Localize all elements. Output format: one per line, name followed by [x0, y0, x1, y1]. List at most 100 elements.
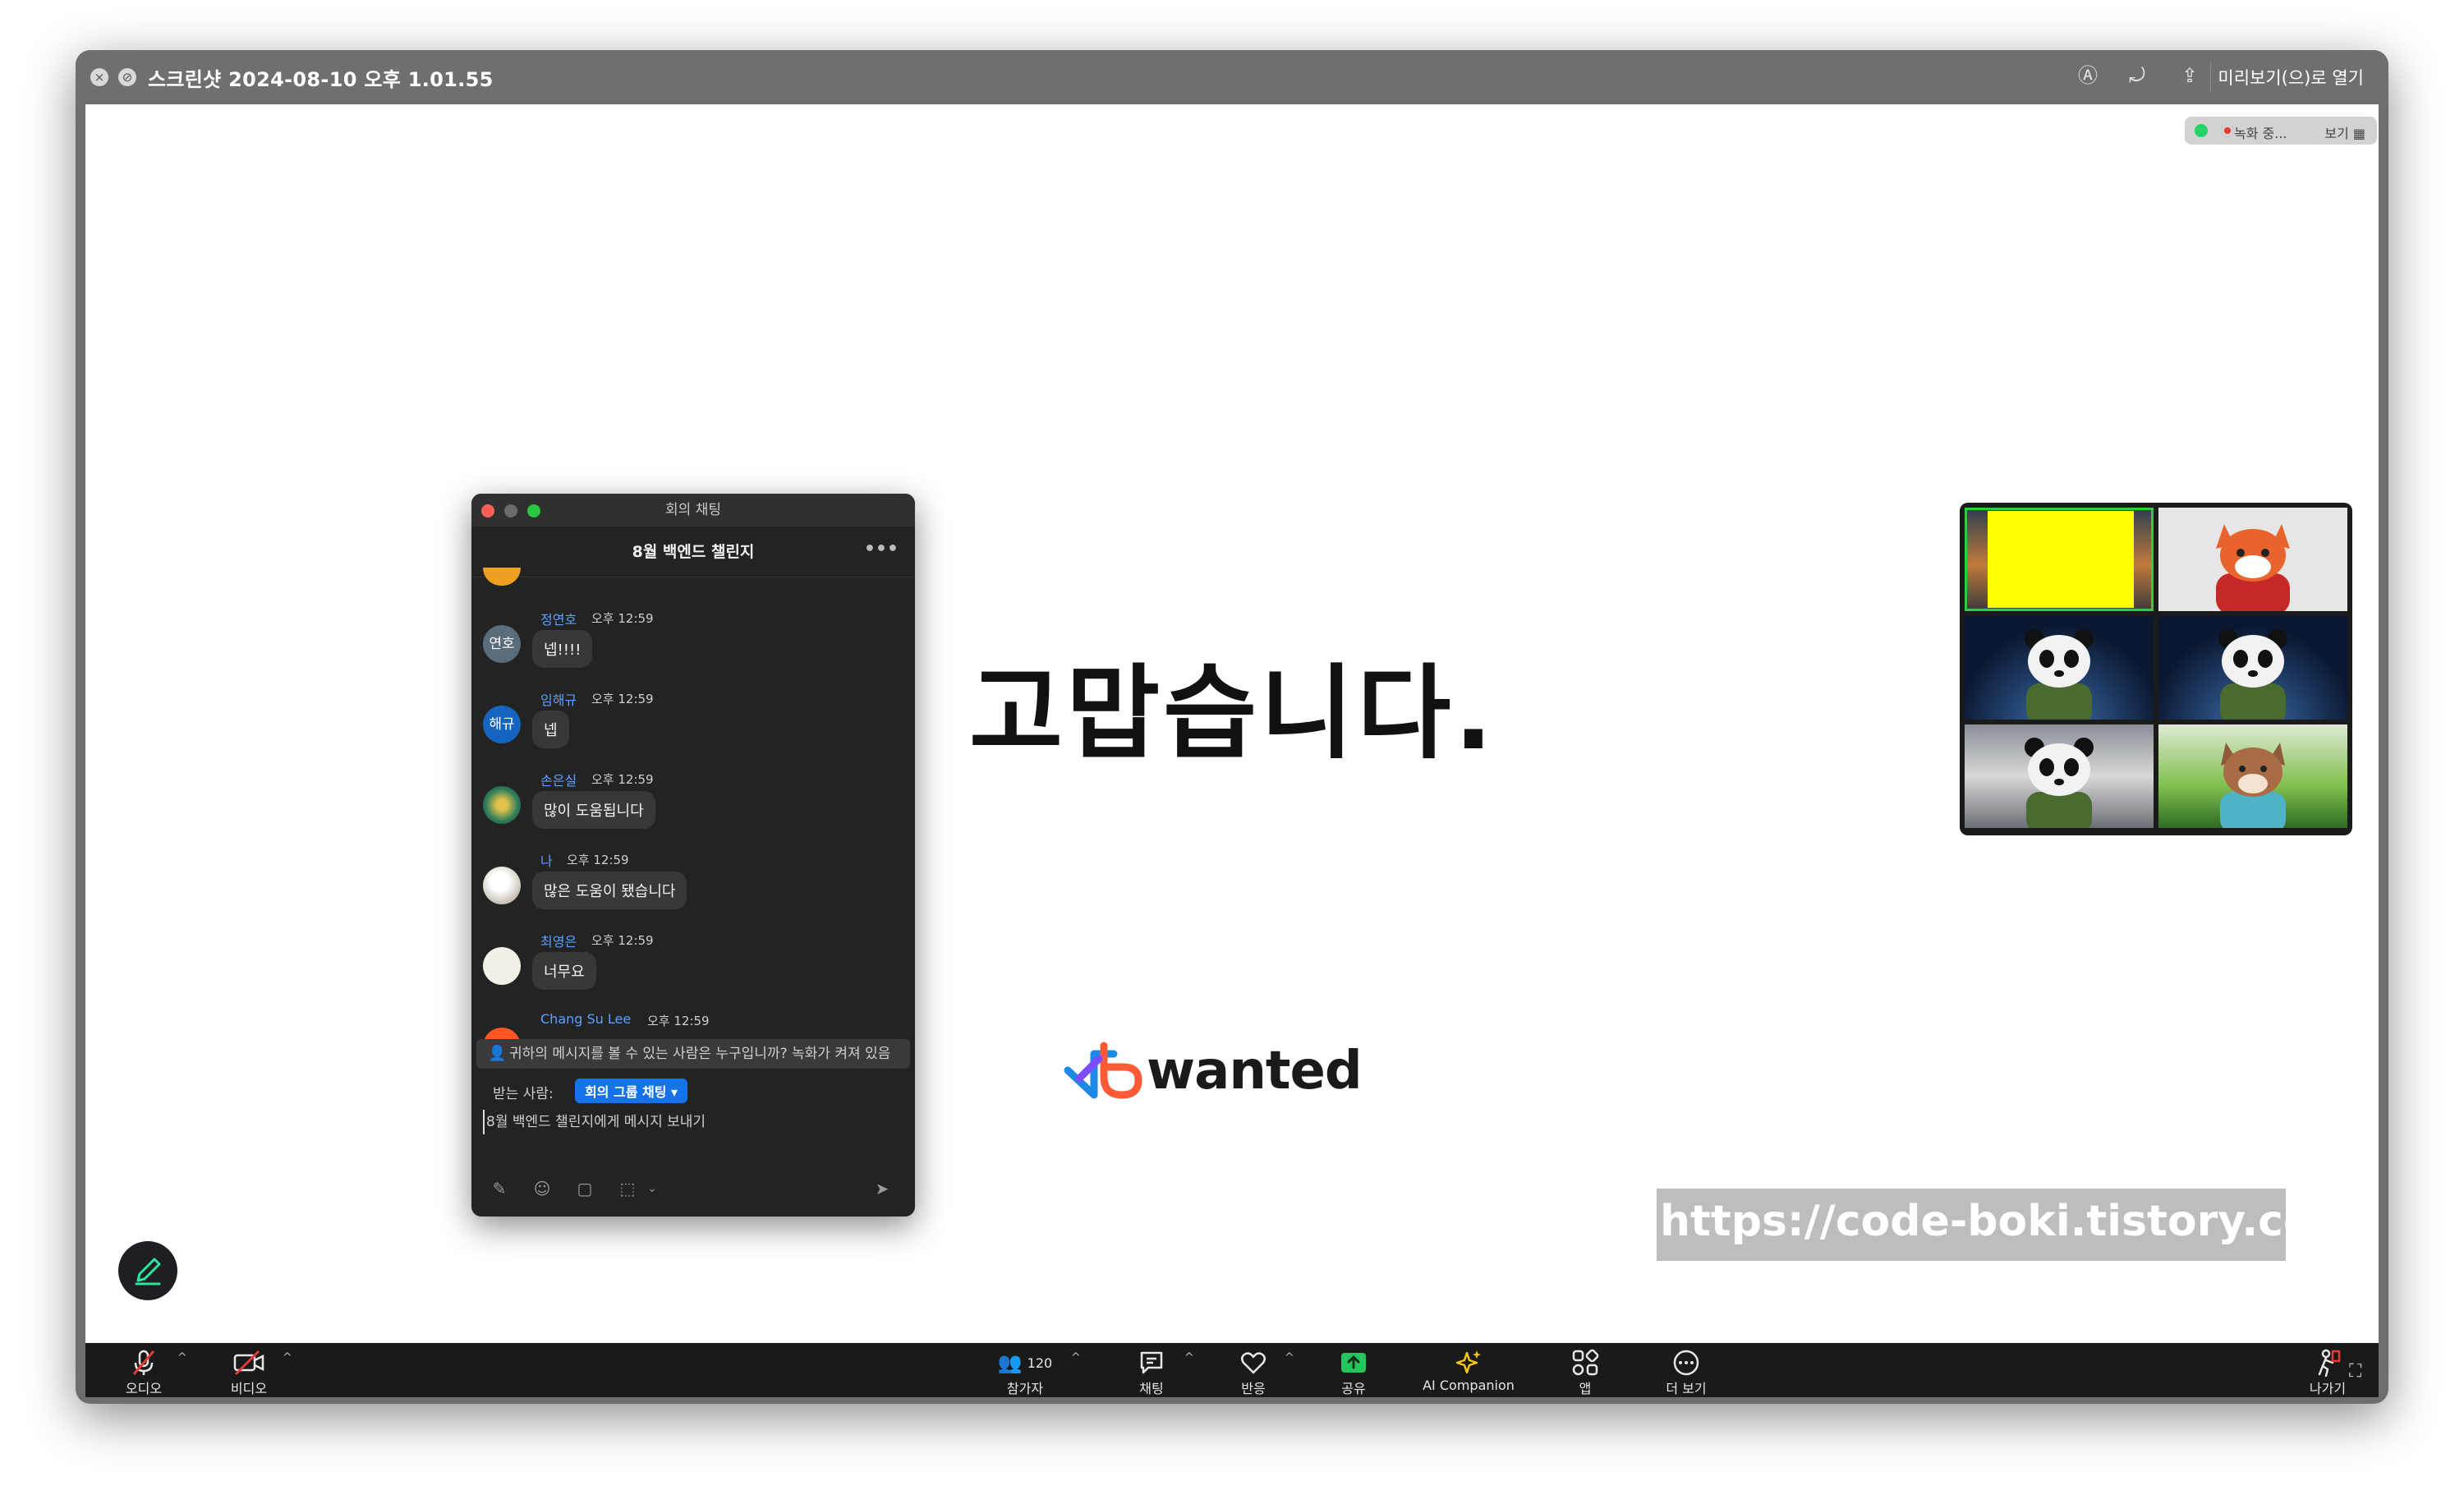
video-tile-dog[interactable]: [2158, 724, 2347, 828]
record-dot-icon: [2224, 127, 2231, 134]
video-tile-panda-1[interactable]: [1965, 616, 2154, 720]
recipient-select[interactable]: 회의 그룹 채팅 ▾: [575, 1079, 688, 1103]
message-bubble: 넵: [532, 711, 569, 748]
annotate-button[interactable]: [118, 1241, 177, 1300]
sparkle-icon: [1403, 1348, 1534, 1378]
share-icon[interactable]: ⇪: [2177, 62, 2203, 89]
participants-label: 참가자: [1006, 1381, 1044, 1396]
minimize-disabled-icon[interactable]: ⊘: [118, 68, 136, 86]
more-label: 더 보기: [1666, 1381, 1707, 1396]
message-bubble: 너무요: [532, 952, 596, 990]
panda-avatar-icon: [2025, 738, 2094, 828]
participants-button[interactable]: 👥 120 참가자: [992, 1348, 1058, 1396]
more-icon: [1657, 1348, 1715, 1378]
avatar: [483, 786, 521, 824]
chat-message[interactable]: 연호 정연호 오후 12:59 넵!!!!: [471, 609, 915, 689]
chat-message[interactable]: 손은실 오후 12:59 많이 도움됩니다: [471, 770, 915, 850]
audio-options-chevron-icon[interactable]: ^: [177, 1351, 187, 1364]
fox-avatar-icon: [2216, 524, 2290, 611]
message-time: 오후 12:59: [567, 853, 629, 867]
video-tile-fox[interactable]: [2158, 508, 2347, 611]
mic-muted-icon: [115, 1348, 172, 1378]
recording-status: 녹화 중...: [2234, 126, 2287, 141]
video-tile-1[interactable]: [1965, 508, 2154, 611]
recording-indicator[interactable]: 녹화 중... 보기 ▦: [2185, 117, 2377, 145]
chat-message[interactable]: 나 오후 12:59 많은 도움이 됐습니다: [471, 850, 915, 931]
screenshot-icon[interactable]: ⬚: [616, 1177, 639, 1200]
watermark-url: https://code-boki.tistory.com: [1660, 1197, 2357, 1246]
file-icon[interactable]: ▢: [573, 1177, 596, 1200]
rotate-icon[interactable]: ⤾: [2124, 62, 2150, 89]
view-button[interactable]: 보기 ▦: [2324, 122, 2365, 142]
emoji-icon[interactable]: ☺: [531, 1177, 554, 1200]
chat-message[interactable]: 최영은 오후 12:59 너무요: [471, 931, 915, 1011]
video-button[interactable]: 비디오: [220, 1348, 278, 1396]
preview-window: × ⊘ 스크린샷 2024-08-10 오후 1.01.55 Ⓐ ⤾ ⇪ 미리보…: [76, 50, 2388, 1404]
leave-icon: [2303, 1348, 2352, 1378]
share-button[interactable]: 공유: [1329, 1348, 1378, 1396]
meeting-toolbar: 오디오 ^ 비디오 ^ 👥 120 참가자 ^ 채팅 ^ 반응 ^ 공유 AI …: [85, 1343, 2379, 1397]
meeting-chat-window[interactable]: 회의 채팅 8월 백엔드 챌린지 ••• 연호 정연호 오후 12:59 넵!!…: [471, 494, 915, 1217]
chat-icon: [1127, 1348, 1176, 1378]
close-window-icon[interactable]: [481, 504, 494, 517]
markup-icon[interactable]: Ⓐ: [2075, 62, 2101, 89]
audio-button[interactable]: 오디오: [115, 1348, 172, 1396]
window-titlebar: × ⊘ 스크린샷 2024-08-10 오후 1.01.55 Ⓐ ⤾ ⇪ 미리보…: [76, 50, 2388, 104]
video-label: 비디오: [230, 1381, 268, 1396]
video-tile-panda-3[interactable]: [1965, 724, 2154, 828]
minimize-window-icon[interactable]: [504, 504, 517, 517]
close-icon[interactable]: ×: [90, 68, 108, 86]
video-tile-panda-2[interactable]: [2158, 616, 2347, 720]
send-icon[interactable]: ➤: [871, 1177, 894, 1200]
video-off-icon: [220, 1348, 278, 1378]
share-screen-icon: [1329, 1348, 1378, 1378]
leave-button[interactable]: 나가기: [2303, 1348, 2352, 1396]
chat-options-chevron-icon[interactable]: ^: [1184, 1351, 1194, 1364]
message-time: 오후 12:59: [591, 692, 654, 706]
reactions-button[interactable]: 반응: [1229, 1348, 1278, 1396]
chat-message[interactable]: 해규 임해규 오후 12:59 넵: [471, 689, 915, 770]
sender-name[interactable]: 정연호: [540, 609, 577, 628]
reactions-options-chevron-icon[interactable]: ^: [1285, 1351, 1294, 1364]
message-bubble: 많이 도움됩니다: [532, 791, 655, 829]
fullscreen-icon[interactable]: ⛶: [2349, 1361, 2361, 1382]
message-time: 오후 12:59: [591, 933, 654, 948]
open-with-preview-button[interactable]: 미리보기(으)로 열기: [2210, 62, 2370, 93]
video-tile-yellow-frame: [1988, 511, 2134, 608]
recording-notice[interactable]: 👤 귀하의 메시지를 볼 수 있는 사람은 누구입니까? 녹화가 켜져 있음: [476, 1039, 910, 1069]
sender-name[interactable]: 최영은: [540, 931, 577, 950]
more-button[interactable]: 더 보기: [1657, 1348, 1715, 1396]
video-gallery[interactable]: [1960, 503, 2352, 835]
shield-status-icon: [2195, 124, 2208, 137]
chat-label: 채팅: [1139, 1381, 1164, 1396]
chat-message-input[interactable]: [483, 1110, 902, 1134]
zoom-window-icon[interactable]: [527, 504, 540, 517]
avatar: 해규: [483, 706, 521, 743]
window-title: 스크린샷 2024-08-10 오후 1.01.55: [148, 68, 494, 91]
more-options-icon[interactable]: •••: [864, 527, 899, 573]
apps-icon: [1569, 1348, 1602, 1378]
apps-button[interactable]: 앱: [1569, 1348, 1602, 1396]
avatar: [483, 947, 521, 985]
recipient-row: 받는 사람: 회의 그룹 채팅 ▾: [493, 1079, 688, 1103]
avatar: 연호: [483, 625, 521, 663]
message-bubble: 많은 도움이 됐습니다: [532, 872, 687, 909]
sender-name[interactable]: Chang Su Lee: [540, 1011, 631, 1027]
ai-companion-button[interactable]: AI Companion: [1403, 1348, 1534, 1396]
chat-button[interactable]: 채팅: [1127, 1348, 1176, 1396]
video-options-chevron-icon[interactable]: ^: [283, 1351, 292, 1364]
sender-name[interactable]: 손은실: [540, 770, 577, 789]
panda-avatar-icon: [2025, 629, 2094, 720]
sender-name[interactable]: 임해규: [540, 689, 577, 709]
panda-avatar-icon: [2218, 629, 2287, 720]
previous-message-avatar: [483, 568, 521, 586]
chevron-down-icon[interactable]: ⌄: [641, 1177, 664, 1200]
message-time: 오후 12:59: [591, 611, 654, 626]
chat-tools: ✎ ☺ ▢ ⬚ ⌄ ➤: [488, 1177, 899, 1202]
recording-notice-text: 귀하의 메시지를 볼 수 있는 사람은 누구입니까? 녹화가 켜져 있음: [509, 1046, 891, 1062]
participants-icon: 👥 120: [997, 1351, 1053, 1374]
sender-name[interactable]: 나: [540, 850, 553, 870]
share-label: 공유: [1341, 1381, 1366, 1396]
participants-options-chevron-icon[interactable]: ^: [1071, 1351, 1081, 1364]
format-text-icon[interactable]: ✎: [488, 1177, 511, 1200]
